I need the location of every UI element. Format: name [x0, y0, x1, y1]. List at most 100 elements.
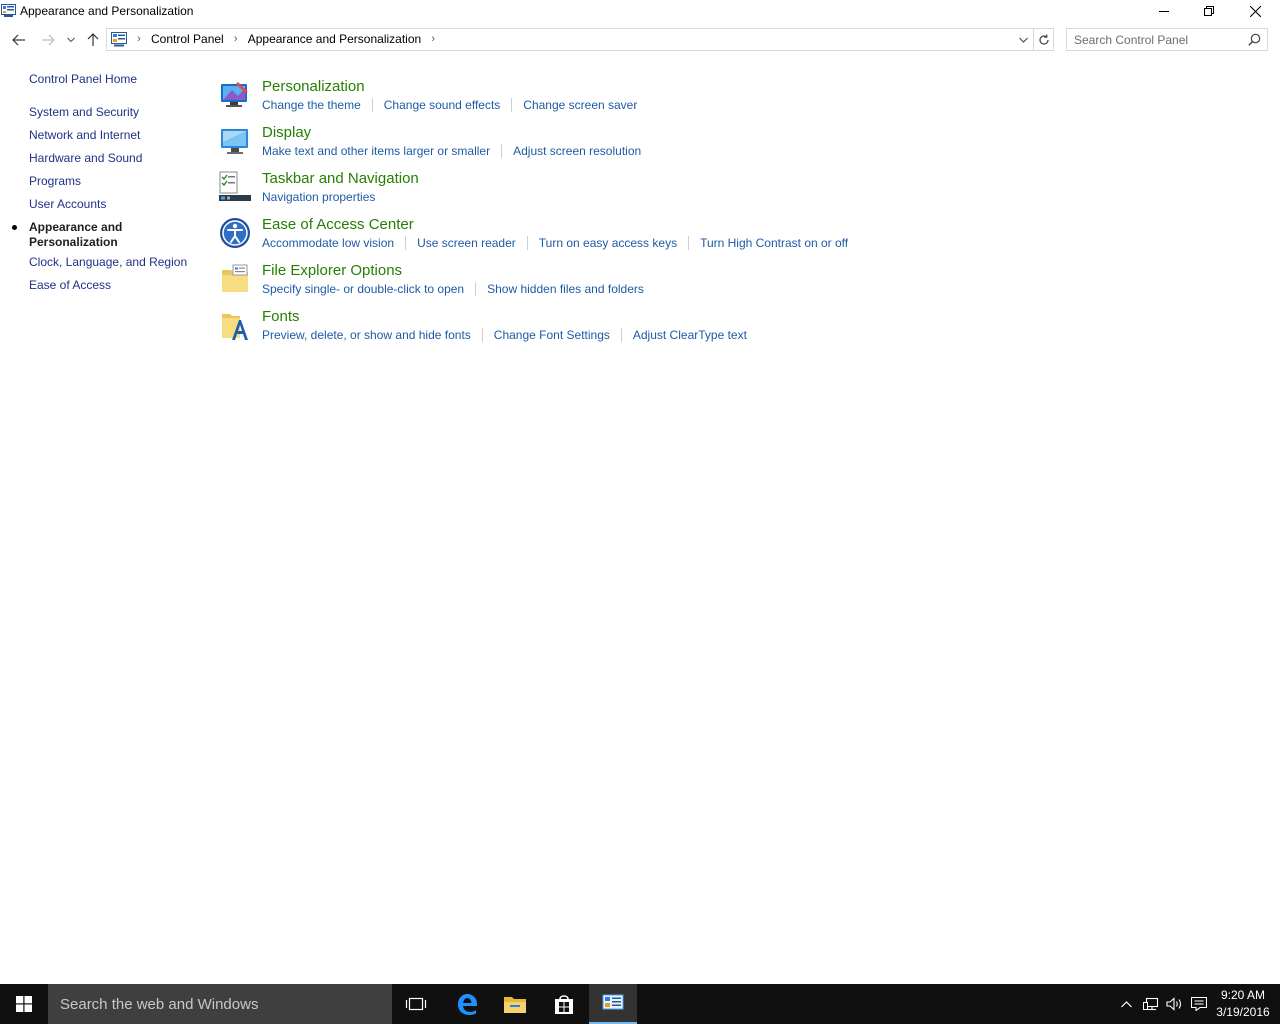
- link-change-screen-saver[interactable]: Change screen saver: [523, 98, 637, 112]
- start-button[interactable]: [0, 984, 48, 1024]
- category-file-explorer-options: File Explorer Options Specify single- or…: [218, 260, 1258, 304]
- file-explorer-icon: [504, 997, 526, 1013]
- windows-logo-icon: [16, 996, 32, 1012]
- category-title-display[interactable]: Display: [262, 124, 311, 141]
- forward-arrow-icon: [42, 34, 55, 46]
- control-panel-icon: [1, 4, 16, 17]
- up-button[interactable]: [83, 30, 103, 50]
- link-navigation-properties[interactable]: Navigation properties: [262, 190, 375, 204]
- recent-locations-button[interactable]: [63, 30, 79, 50]
- taskbar-store-button[interactable]: [540, 984, 588, 1024]
- nav-network-and-internet[interactable]: Network and Internet: [29, 128, 140, 142]
- minimize-icon: [1159, 11, 1169, 12]
- nav-clock-language-region[interactable]: Clock, Language, and Region: [29, 255, 187, 269]
- link-change-font-settings[interactable]: Change Font Settings: [494, 328, 610, 342]
- close-icon: [1249, 5, 1261, 17]
- taskbar-icon: [219, 171, 251, 201]
- breadcrumb: › Control Panel › Appearance and Persona…: [131, 32, 441, 46]
- link-high-contrast[interactable]: Turn High Contrast on or off: [700, 236, 848, 250]
- link-separator: [688, 236, 690, 250]
- nav-programs[interactable]: Programs: [29, 174, 81, 188]
- up-arrow-icon: [87, 33, 99, 46]
- category-fonts: Fonts Preview, delete, or show and hide …: [218, 306, 1258, 350]
- link-use-screen-reader[interactable]: Use screen reader: [417, 236, 516, 250]
- category-title-taskbar[interactable]: Taskbar and Navigation: [262, 170, 419, 187]
- category-title-file-explorer-options[interactable]: File Explorer Options: [262, 262, 402, 279]
- nav-ease-of-access[interactable]: Ease of Access: [29, 278, 111, 292]
- link-easy-access-keys[interactable]: Turn on easy access keys: [539, 236, 677, 250]
- nav-user-accounts[interactable]: User Accounts: [29, 197, 106, 211]
- breadcrumb-separator-icon[interactable]: ›: [131, 33, 147, 45]
- taskbar-control-panel-button[interactable]: [589, 984, 637, 1024]
- breadcrumb-appearance[interactable]: Appearance and Personalization: [244, 32, 425, 46]
- fonts-icon: [222, 314, 248, 340]
- minimize-button[interactable]: [1141, 0, 1187, 22]
- taskbar-search-text[interactable]: Search the web and Windows: [60, 996, 258, 1013]
- store-icon: [555, 995, 573, 1014]
- show-hidden-icons-button[interactable]: [1116, 984, 1136, 1024]
- taskbar-file-explorer-button[interactable]: [491, 984, 539, 1024]
- link-preview-delete-fonts[interactable]: Preview, delete, or show and hide fonts: [262, 328, 471, 342]
- back-arrow-icon: [12, 34, 25, 46]
- breadcrumb-control-panel[interactable]: Control Panel: [147, 32, 228, 46]
- title-bar: Appearance and Personalization: [0, 0, 1280, 24]
- link-separator: [481, 328, 483, 342]
- category-links: Accommodate low vision Use screen reader…: [262, 236, 848, 250]
- back-button[interactable]: [9, 30, 29, 50]
- ease-of-access-icon: [220, 218, 250, 248]
- category-links: Change the theme Change sound effects Ch…: [262, 98, 637, 112]
- task-view-icon: [405, 997, 427, 1011]
- chevron-up-icon: [1120, 1000, 1132, 1007]
- address-dropdown-button[interactable]: [1014, 30, 1032, 49]
- forward-button[interactable]: [38, 30, 58, 50]
- search-icon[interactable]: [1248, 33, 1261, 46]
- category-title-personalization[interactable]: Personalization: [262, 78, 365, 95]
- clock[interactable]: 9:20 AM 3/19/2016: [1212, 987, 1274, 1021]
- link-change-theme[interactable]: Change the theme: [262, 98, 361, 112]
- link-adjust-resolution[interactable]: Adjust screen resolution: [513, 144, 641, 158]
- clock-time: 9:20 AM: [1220, 988, 1266, 1002]
- link-separator: [475, 282, 477, 296]
- close-button[interactable]: [1232, 0, 1278, 22]
- taskbar-edge-button[interactable]: [443, 984, 491, 1024]
- network-tray-button[interactable]: [1140, 984, 1162, 1024]
- nav-control-panel-home[interactable]: Control Panel Home: [29, 72, 137, 86]
- category-links: Specify single- or double-click to open …: [262, 282, 644, 296]
- folder-options-icon: [222, 264, 248, 292]
- breadcrumb-separator-icon[interactable]: ›: [228, 33, 244, 45]
- action-center-button[interactable]: [1188, 984, 1210, 1024]
- navigation-bar: › Control Panel › Appearance and Persona…: [0, 26, 1280, 54]
- link-show-hidden-files[interactable]: Show hidden files and folders: [487, 282, 644, 296]
- link-single-double-click[interactable]: Specify single- or double-click to open: [262, 282, 464, 296]
- search-box: [1066, 28, 1268, 51]
- link-accommodate-low-vision[interactable]: Accommodate low vision: [262, 236, 394, 250]
- category-links: Navigation properties: [262, 190, 375, 204]
- volume-tray-button[interactable]: [1164, 984, 1186, 1024]
- category-personalization: Personalization Change the theme Change …: [218, 76, 1258, 120]
- category-title-fonts[interactable]: Fonts: [262, 308, 300, 325]
- search-input[interactable]: [1067, 29, 1245, 50]
- task-view-button[interactable]: [392, 984, 440, 1024]
- category-title-ease-of-access[interactable]: Ease of Access Center: [262, 216, 414, 233]
- taskbar: Search the web and Windows 9:20 AM 3/19/…: [0, 984, 1280, 1024]
- refresh-icon: [1038, 34, 1049, 45]
- restore-button[interactable]: [1186, 0, 1232, 22]
- refresh-button[interactable]: [1034, 28, 1054, 51]
- link-change-sound-effects[interactable]: Change sound effects: [384, 98, 501, 112]
- nav-system-and-security[interactable]: System and Security: [29, 105, 139, 119]
- link-adjust-cleartype[interactable]: Adjust ClearType text: [633, 328, 747, 342]
- link-separator: [405, 236, 407, 250]
- taskbar-search-box[interactable]: Search the web and Windows: [48, 984, 392, 1024]
- breadcrumb-separator-icon[interactable]: ›: [425, 33, 441, 45]
- clock-date: 3/19/2016: [1216, 1005, 1270, 1019]
- nav-hardware-and-sound[interactable]: Hardware and Sound: [29, 151, 142, 165]
- address-bar[interactable]: › Control Panel › Appearance and Persona…: [106, 28, 1034, 51]
- nav-current-item: Appearance and Personalization: [12, 220, 169, 250]
- link-separator: [371, 98, 373, 112]
- edge-icon: [458, 994, 477, 1015]
- control-panel-icon: [111, 32, 127, 47]
- link-make-text-larger[interactable]: Make text and other items larger or smal…: [262, 144, 490, 158]
- notification-icon: [1191, 997, 1207, 1011]
- link-separator: [620, 328, 622, 342]
- link-separator: [526, 236, 528, 250]
